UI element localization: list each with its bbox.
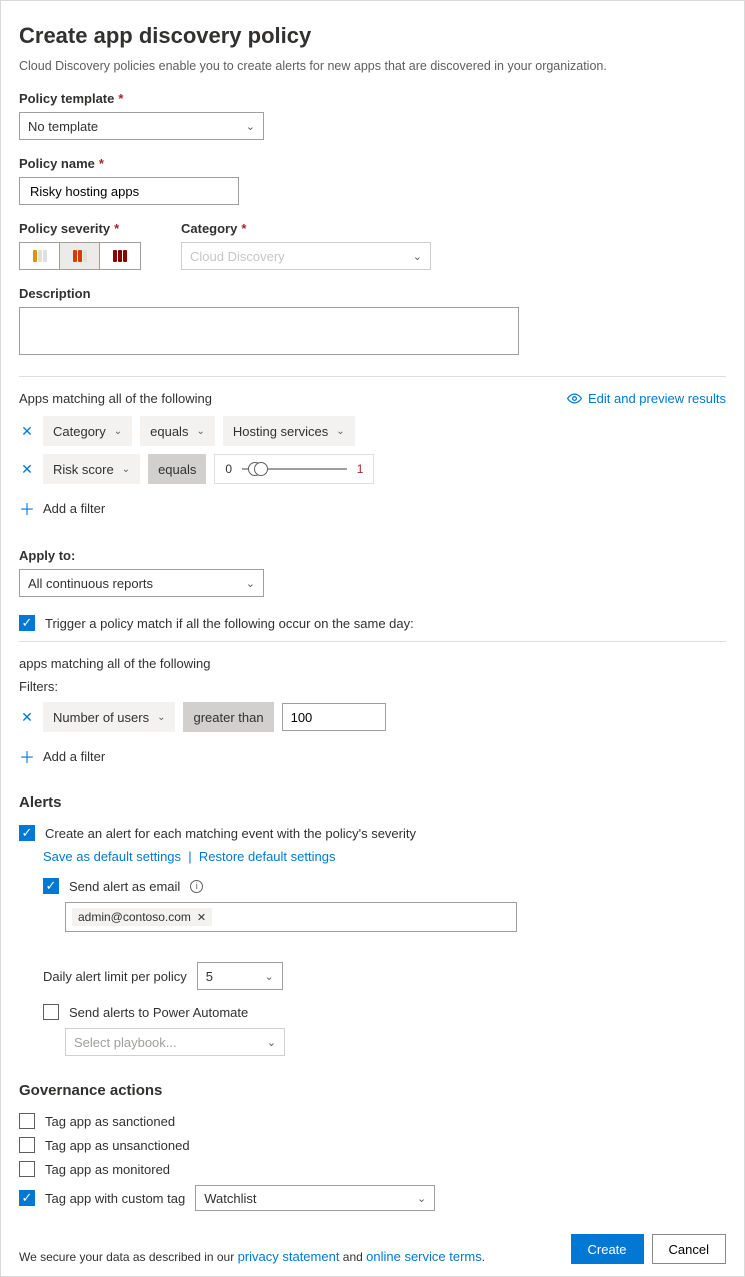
custom-tag-select[interactable]: Watchlist ⌄ — [195, 1185, 435, 1211]
filter-op-select[interactable]: greater than — [183, 702, 273, 732]
preview-results-link[interactable]: Edit and preview results — [567, 391, 726, 406]
filter-op-select[interactable]: equals⌄ — [140, 416, 215, 446]
template-select[interactable]: No template ⌄ — [19, 112, 264, 140]
alerts-heading: Alerts — [19, 794, 726, 811]
cancel-button[interactable]: Cancel — [652, 1234, 726, 1264]
footer-text: We secure your data as described in our … — [19, 1249, 485, 1264]
filter-value-select[interactable]: Hosting services⌄ — [223, 416, 355, 446]
apply-to-label: Apply to: — [19, 548, 726, 563]
tag-custom-label: Tag app with custom tag — [45, 1191, 185, 1206]
name-input-field[interactable] — [28, 183, 230, 200]
apply-to-select[interactable]: All continuous reports ⌄ — [19, 569, 264, 597]
create-alert-label: Create an alert for each matching event … — [45, 826, 416, 841]
matching2-heading: apps matching all of the following — [19, 656, 726, 671]
privacy-link[interactable]: privacy statement — [238, 1249, 340, 1264]
remove-filter-icon[interactable]: ✕ — [19, 709, 35, 726]
filters-label: Filters: — [19, 679, 726, 694]
filter-field-select[interactable]: Number of users⌄ — [43, 702, 175, 732]
remove-tag-icon[interactable]: ✕ — [197, 911, 206, 924]
matching-heading: Apps matching all of the following — [19, 391, 212, 406]
tag-custom-checkbox[interactable]: ✓ — [19, 1190, 35, 1206]
power-automate-label: Send alerts to Power Automate — [69, 1005, 248, 1020]
create-alert-checkbox[interactable]: ✓ — [19, 825, 35, 841]
severity-low-button[interactable] — [20, 243, 60, 269]
terms-link[interactable]: online service terms — [366, 1249, 482, 1264]
save-defaults-link[interactable]: Save as default settings — [43, 849, 181, 864]
same-day-label: Trigger a policy match if all the follow… — [45, 616, 414, 631]
eye-icon — [567, 391, 582, 406]
name-label: Policy name* — [19, 156, 726, 171]
template-label: Policy template* — [19, 91, 726, 106]
email-alert-label: Send alert as email — [69, 879, 180, 894]
same-day-checkbox[interactable]: ✓ — [19, 615, 35, 631]
severity-label: Policy severity* — [19, 221, 141, 236]
info-icon[interactable]: i — [190, 880, 203, 893]
description-label: Description — [19, 286, 726, 301]
chevron-down-icon: ⌄ — [413, 250, 422, 263]
add-filter-button[interactable]: ＋ Add a filter — [19, 744, 726, 768]
tag-unsanctioned-checkbox[interactable] — [19, 1137, 35, 1153]
remove-filter-icon[interactable]: ✕ — [19, 423, 35, 440]
remove-filter-icon[interactable]: ✕ — [19, 461, 35, 478]
category-select: Cloud Discovery ⌄ — [181, 242, 431, 270]
power-automate-checkbox[interactable] — [43, 1004, 59, 1020]
email-input[interactable]: admin@contoso.com ✕ — [65, 902, 517, 932]
filter-op-select[interactable]: equals — [148, 454, 206, 484]
chevron-down-icon: ⌄ — [417, 1192, 426, 1205]
tag-monitored-label: Tag app as monitored — [45, 1162, 170, 1177]
email-tag: admin@contoso.com ✕ — [72, 908, 212, 926]
name-input[interactable] — [19, 177, 239, 205]
category-label: Category* — [181, 221, 431, 236]
chevron-down-icon: ⌄ — [267, 1036, 276, 1049]
filter-field-select[interactable]: Risk score⌄ — [43, 454, 140, 484]
chevron-down-icon: ⌄ — [246, 577, 255, 590]
risk-score-slider[interactable]: 0 1 — [214, 454, 374, 484]
severity-high-button[interactable] — [100, 243, 140, 269]
description-textarea[interactable] — [19, 307, 519, 355]
email-alert-checkbox[interactable]: ✓ — [43, 878, 59, 894]
filter-value-input[interactable] — [282, 703, 386, 731]
tag-sanctioned-checkbox[interactable] — [19, 1113, 35, 1129]
restore-defaults-link[interactable]: Restore default settings — [199, 849, 336, 864]
chevron-down-icon: ⌄ — [265, 970, 274, 983]
plus-icon: ＋ — [19, 496, 35, 520]
tag-sanctioned-label: Tag app as sanctioned — [45, 1114, 175, 1129]
create-button[interactable]: Create — [571, 1234, 644, 1264]
playbook-select: Select playbook... ⌄ — [65, 1028, 285, 1056]
daily-limit-select[interactable]: 5 ⌄ — [197, 962, 283, 990]
severity-medium-button[interactable] — [60, 243, 100, 269]
tag-monitored-checkbox[interactable] — [19, 1161, 35, 1177]
category-value: Cloud Discovery — [190, 249, 285, 264]
governance-heading: Governance actions — [19, 1082, 726, 1099]
chevron-down-icon: ⌄ — [246, 120, 255, 133]
template-value: No template — [28, 119, 98, 134]
severity-group — [19, 242, 141, 270]
add-filter-button[interactable]: ＋ Add a filter — [19, 496, 726, 520]
slider-max: 1 — [357, 462, 364, 476]
plus-icon: ＋ — [19, 744, 35, 768]
tag-unsanctioned-label: Tag app as unsanctioned — [45, 1138, 190, 1153]
page-description: Cloud Discovery policies enable you to c… — [19, 59, 726, 73]
filter-field-select[interactable]: Category⌄ — [43, 416, 132, 446]
slider-min: 0 — [225, 462, 232, 476]
page-title: Create app discovery policy — [19, 23, 726, 49]
daily-limit-label: Daily alert limit per policy — [43, 969, 187, 984]
